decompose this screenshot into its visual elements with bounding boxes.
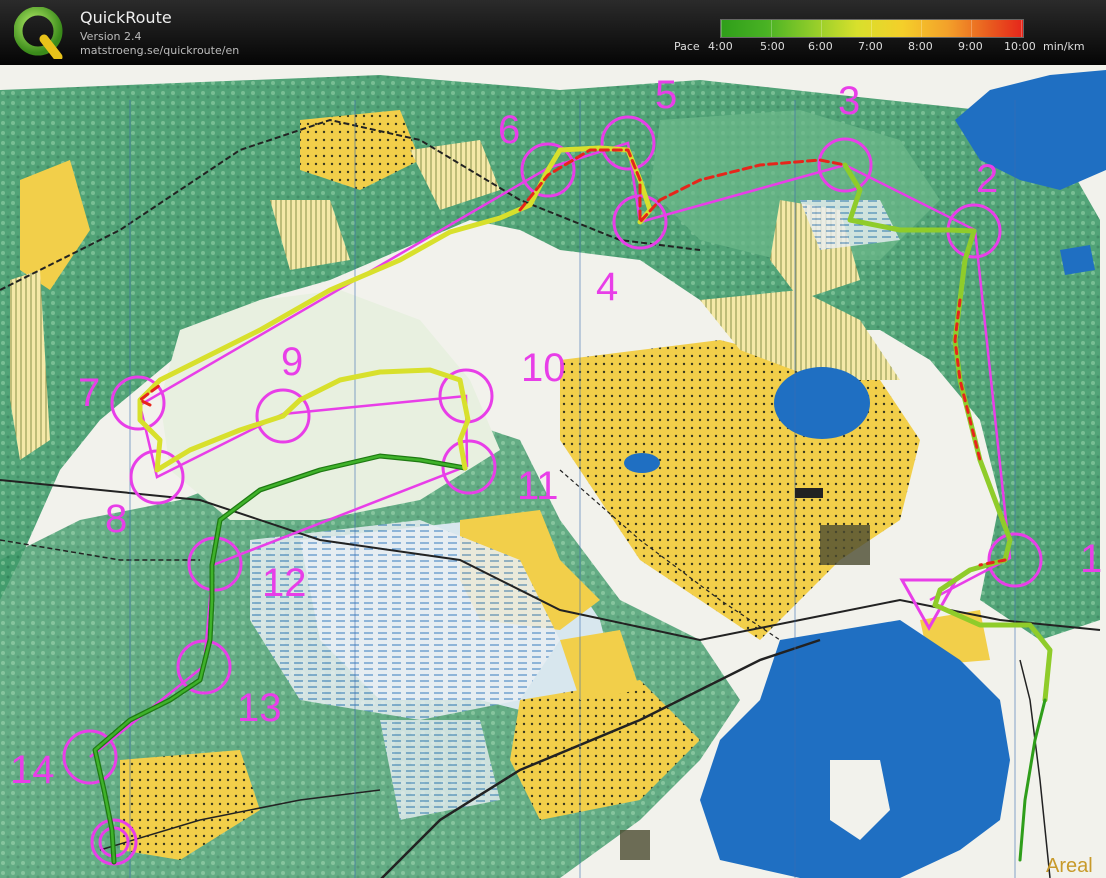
control-number: 12: [262, 561, 307, 605]
control-number: 11: [517, 464, 559, 508]
control-number: 3: [838, 79, 860, 123]
control-number: 4: [596, 265, 618, 309]
app-version: Version 2.4: [80, 30, 142, 43]
control-number: 2: [976, 157, 998, 201]
pace-label: Pace: [674, 40, 700, 53]
app-url: matstroeng.se/quickroute/en: [80, 44, 240, 57]
control-number: 8: [105, 497, 127, 541]
pace-tick: 9:00: [958, 40, 983, 53]
control-number: 14: [10, 748, 55, 792]
control-number: 13: [237, 686, 282, 730]
pace-tick: 7:00: [858, 40, 883, 53]
map-canvas[interactable]: 1 2 3 4 5 6 7 8 9 10 11 12 13 14 Areal: [0, 65, 1106, 878]
control-number: 10: [521, 346, 566, 390]
pace-tick: 6:00: [808, 40, 833, 53]
orienteering-map[interactable]: 1 2 3 4 5 6 7 8 9 10 11 12 13 14 Areal: [0, 65, 1106, 878]
pace-tick: 10:00: [1004, 40, 1036, 53]
app-title: QuickRoute: [80, 8, 172, 27]
control-number: 1: [1080, 537, 1102, 581]
app-header: QuickRoute Version 2.4 matstroeng.se/qui…: [0, 0, 1106, 65]
pace-unit: min/km: [1043, 40, 1085, 53]
map-corner-text: Areal: [1046, 855, 1093, 877]
quickroute-logo-icon: [14, 7, 63, 59]
control-number: 9: [281, 340, 303, 384]
control-number: 6: [498, 108, 520, 152]
pace-tick: 5:00: [760, 40, 785, 53]
pace-tick: 8:00: [908, 40, 933, 53]
pace-tick: 4:00: [708, 40, 733, 53]
pace-color-scale: [720, 19, 1024, 38]
control-number: 5: [655, 73, 677, 117]
control-number: 7: [78, 371, 100, 415]
